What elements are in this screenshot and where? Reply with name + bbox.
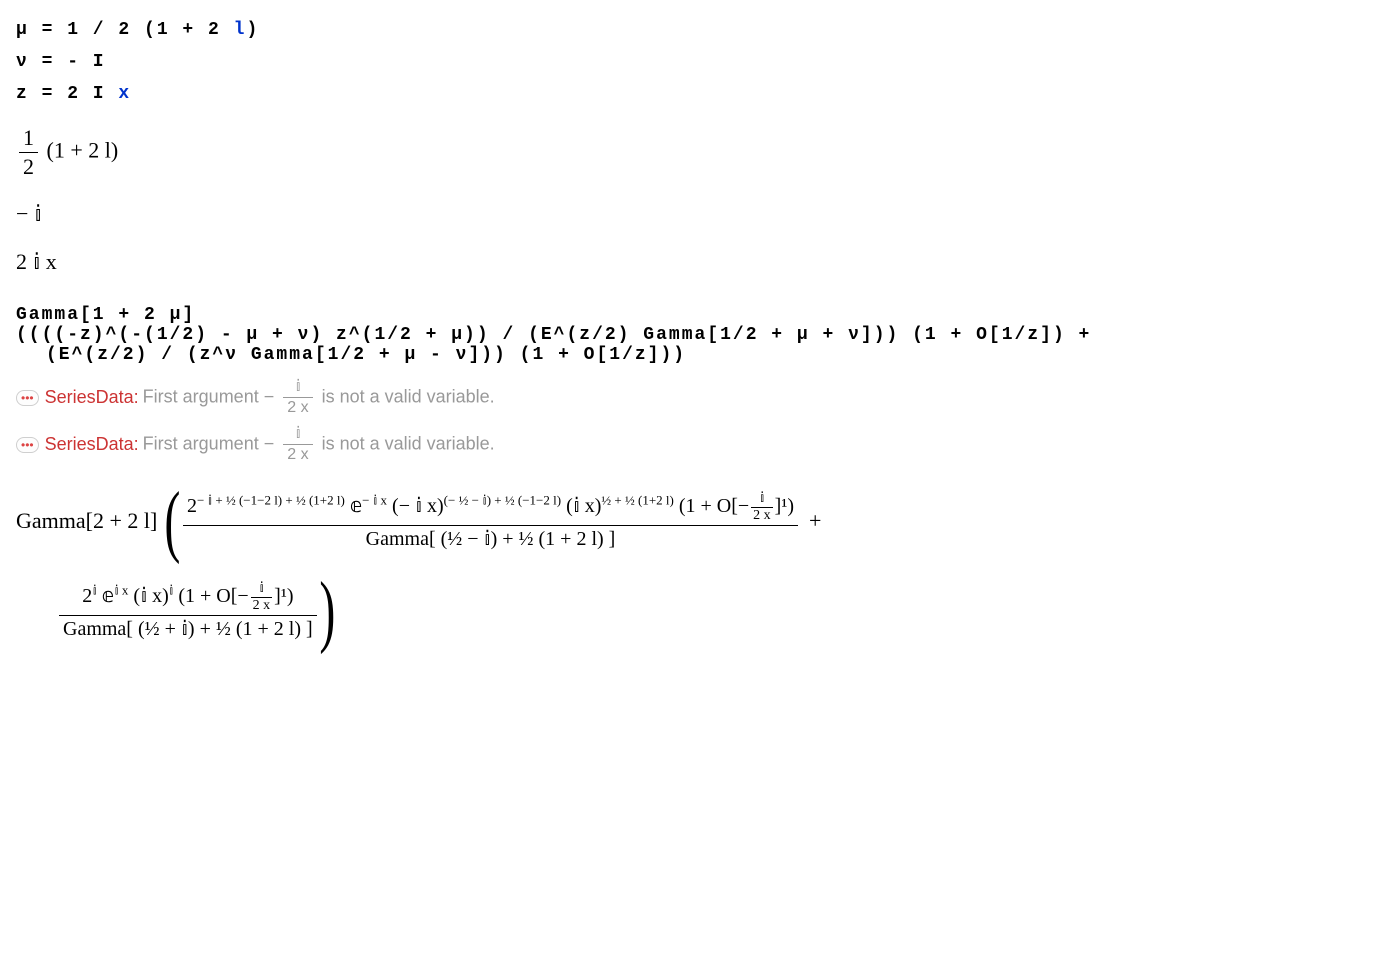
dots-icon[interactable]: ••• bbox=[16, 390, 39, 406]
message-tag: SeriesData: bbox=[45, 434, 139, 455]
input-cell-z[interactable]: z = 2 I x bbox=[16, 84, 1366, 104]
dots-icon[interactable]: ••• bbox=[16, 437, 39, 453]
output-cell-3: 2 𝕚 x bbox=[16, 249, 1366, 275]
message-text: First argument − 𝕚 2 x is not a valid va… bbox=[143, 379, 495, 416]
fraction-numerator: 2𝕚 𝕖𝕚 x (𝕚 x)𝕚 (1 + O[−𝕚2 x]¹) bbox=[59, 582, 317, 616]
code-text: ν = - I bbox=[16, 52, 106, 72]
fraction: 1 2 bbox=[19, 126, 38, 179]
output-text: (1 + 2 l) bbox=[41, 138, 118, 163]
code-line: Gamma[1 + 2 μ] bbox=[16, 305, 1366, 325]
plus: + bbox=[809, 508, 821, 534]
fraction-denominator: 2 x bbox=[283, 445, 312, 463]
fraction-denominator: 2 x bbox=[283, 398, 312, 416]
message-row-1: ••• SeriesData: First argument − 𝕚 2 x i… bbox=[16, 379, 1366, 416]
fraction-numerator: 𝕚 bbox=[283, 379, 312, 398]
output-cell-gamma-row1: Gamma[2 + 2 l] ( 2− 𝕚 + ½ (−1−2 l) + ½ (… bbox=[16, 481, 1366, 561]
colon: : bbox=[134, 434, 139, 454]
output-cell-gamma-row2: 2𝕚 𝕖𝕚 x (𝕚 x)𝕚 (1 + O[−𝕚2 x]¹) Gamma[ (½… bbox=[56, 571, 1366, 651]
fraction-denominator: 2 bbox=[19, 153, 38, 179]
code-text: z = 2 I bbox=[16, 84, 118, 104]
output-cell-1: 1 2 (1 + 2 l) bbox=[16, 126, 1366, 179]
symbol-l: l bbox=[234, 20, 247, 40]
code-line: (E^(z/2) / (z^ν Gamma[1/2 + μ - ν])) (1 … bbox=[16, 345, 1366, 365]
gamma-label: Gamma[2 + 2 l] bbox=[16, 508, 157, 534]
fraction: 𝕚 2 x bbox=[283, 426, 312, 463]
input-cell-mu[interactable]: μ = 1 / 2 (1 + 2 l) bbox=[16, 20, 1366, 40]
message-text: First argument − 𝕚 2 x is not a valid va… bbox=[143, 426, 495, 463]
right-paren-icon: ) bbox=[319, 571, 335, 651]
output-text: 2 𝕚 x bbox=[16, 249, 57, 274]
fraction-numerator: 1 bbox=[19, 126, 38, 153]
input-cell-gamma-expr[interactable]: Gamma[1 + 2 μ] ((((-z)^(-(1/2) - μ + ν) … bbox=[16, 305, 1366, 365]
fraction-denominator: Gamma[ (½ + 𝕚) + ½ (1 + 2 l) ] bbox=[59, 616, 317, 640]
symbol-x: x bbox=[118, 84, 131, 104]
left-paren-icon: ( bbox=[165, 481, 181, 561]
term2-fraction: 2𝕚 𝕖𝕚 x (𝕚 x)𝕚 (1 + O[−𝕚2 x]¹) Gamma[ (½… bbox=[59, 582, 317, 640]
fraction-denominator: Gamma[ (½ − 𝕚) + ½ (1 + 2 l) ] bbox=[183, 526, 798, 550]
output-cell-2: − 𝕚 bbox=[16, 201, 1366, 227]
output-text: − 𝕚 bbox=[16, 201, 42, 226]
fraction: 𝕚 2 x bbox=[283, 379, 312, 416]
code-text: μ = 1 / 2 (1 + 2 bbox=[16, 20, 234, 40]
message-row-2: ••• SeriesData: First argument − 𝕚 2 x i… bbox=[16, 426, 1366, 463]
colon: : bbox=[134, 387, 139, 407]
fraction-numerator: 2− 𝕚 + ½ (−1−2 l) + ½ (1+2 l) 𝕖− 𝕚 x (− … bbox=[183, 492, 798, 526]
term1-fraction: 2− 𝕚 + ½ (−1−2 l) + ½ (1+2 l) 𝕖− 𝕚 x (− … bbox=[183, 492, 798, 550]
code-line: ((((-z)^(-(1/2) - μ + ν) z^(1/2 + μ)) / … bbox=[16, 325, 1366, 345]
message-tag: SeriesData: bbox=[45, 387, 139, 408]
input-cell-nu[interactable]: ν = - I bbox=[16, 52, 1366, 72]
code-text: ) bbox=[246, 20, 259, 40]
fraction-numerator: 𝕚 bbox=[283, 426, 312, 445]
